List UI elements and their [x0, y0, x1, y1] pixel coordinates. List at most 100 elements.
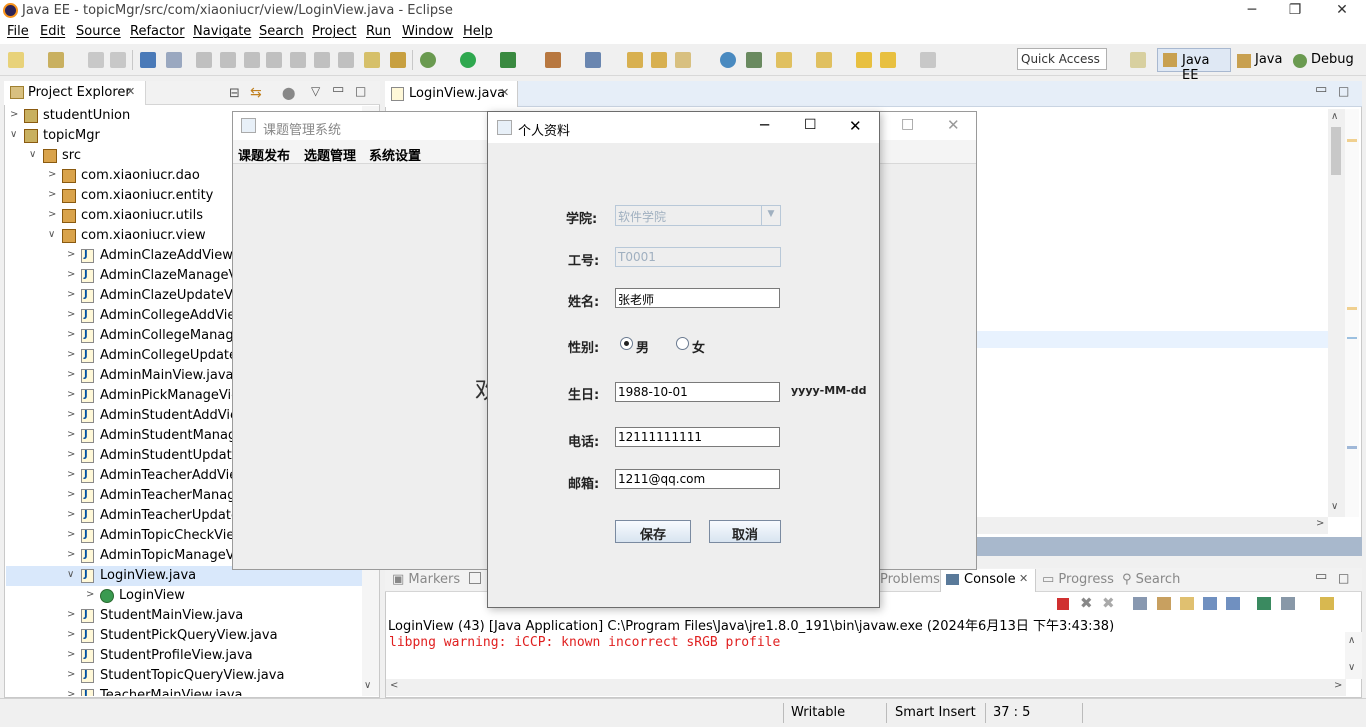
display-console-icon[interactable] [1281, 597, 1295, 610]
properties-icon[interactable] [469, 572, 481, 584]
chevron-down-icon[interactable]: ▼ [761, 206, 780, 225]
chevron-right-icon[interactable]: > [67, 689, 75, 696]
name-field[interactable]: 张老师 [615, 288, 780, 308]
chevron-right-icon[interactable]: > [67, 389, 75, 400]
remove-all-icon[interactable]: ✖ [1102, 594, 1115, 612]
chevron-right-icon[interactable]: > [67, 649, 75, 660]
debug-icon[interactable] [420, 52, 436, 68]
chevron-right-icon[interactable]: > [67, 509, 75, 520]
menu-run[interactable]: Run [366, 24, 391, 39]
external-tools-icon[interactable] [500, 52, 516, 68]
chevron-right-icon[interactable]: > [67, 349, 75, 360]
resume-icon[interactable] [196, 52, 212, 68]
terminate-console-icon[interactable] [1057, 598, 1069, 610]
minimize-console-icon[interactable]: ▭ [1315, 569, 1327, 584]
new-icon[interactable] [8, 52, 24, 68]
chevron-right-icon[interactable]: > [67, 549, 75, 560]
editor-scroll-thumb[interactable] [1331, 127, 1341, 175]
swing-close-icon[interactable]: ✕ [947, 116, 960, 134]
menu-edit[interactable]: Edit [40, 24, 65, 39]
forward-icon[interactable] [920, 52, 936, 68]
chevron-right-icon[interactable]: > [48, 169, 56, 180]
college-select[interactable]: 软件学院 ▼ [615, 205, 781, 226]
chevron-right-icon[interactable]: > [67, 329, 75, 340]
swing-menu-topic-select[interactable]: 选题管理 [304, 145, 356, 164]
chevron-right-icon[interactable]: > [67, 289, 75, 300]
new-package-icon[interactable] [585, 52, 601, 68]
server-icon[interactable] [364, 52, 380, 68]
word-wrap-icon[interactable] [1180, 597, 1194, 610]
open-type-icon[interactable] [627, 52, 643, 68]
chevron-right-icon[interactable]: > [67, 429, 75, 440]
chevron-right-icon[interactable]: > [67, 489, 75, 500]
tree-item[interactable]: > StudentMainView.java [6, 606, 362, 626]
email-field[interactable]: 1211@qq.com [615, 469, 780, 489]
new-java-class-icon[interactable] [545, 52, 561, 68]
tab-problems[interactable]: Problems [880, 572, 940, 587]
search-tool-icon[interactable] [675, 52, 691, 68]
dialog-minimize-icon[interactable]: ─ [760, 116, 769, 134]
chevron-right-icon[interactable]: > [67, 629, 75, 640]
cancel-button[interactable]: 取消 [709, 520, 781, 543]
chevron-right-icon[interactable]: > [48, 209, 56, 220]
chevron-right-icon[interactable]: > [67, 409, 75, 420]
status-insert-mode[interactable]: Smart Insert [895, 705, 976, 720]
phone-field[interactable]: 12111111111 [615, 427, 780, 447]
save-icon[interactable] [88, 52, 104, 68]
menu-navigate[interactable]: Navigate [193, 24, 251, 39]
pin-console-icon[interactable] [1257, 597, 1271, 610]
menu-window[interactable]: Window [402, 24, 453, 39]
console-icon[interactable] [140, 52, 156, 68]
id-field[interactable]: T0001 [615, 247, 781, 267]
restore-icon[interactable]: ❐ [1285, 2, 1305, 18]
minimize-view-icon[interactable]: ▭ [332, 82, 344, 97]
open-task-icon[interactable] [651, 52, 667, 68]
scroll-left-icon[interactable]: < [390, 680, 398, 691]
step-over-icon[interactable] [290, 52, 306, 68]
perspective-java[interactable]: Java [1255, 52, 1282, 67]
birth-field[interactable]: 1988-10-01 [615, 382, 780, 402]
close-icon[interactable]: ✕ [1332, 2, 1352, 18]
scroll-right-icon[interactable]: > [1334, 680, 1342, 691]
tab-project-explorer[interactable]: Project Explorer ✕ [4, 81, 146, 105]
scroll-right-icon[interactable]: > [1316, 518, 1324, 529]
tab-markers[interactable]: ▣ Markers [392, 572, 460, 587]
scroll-down-icon[interactable]: ∨ [1348, 662, 1355, 673]
next-annotation-icon[interactable] [776, 52, 792, 68]
show-stderr-icon[interactable] [1226, 597, 1240, 610]
chevron-right-icon[interactable]: > [67, 249, 75, 260]
drop-frame-icon[interactable] [338, 52, 354, 68]
swing-menu-topic-publish[interactable]: 课题发布 [238, 145, 290, 164]
maximize-editor-icon[interactable]: □ [1338, 84, 1349, 98]
last-edit-icon[interactable] [856, 52, 872, 68]
annotation-icon[interactable] [746, 52, 762, 68]
close-editor-icon[interactable]: ✕ [500, 86, 509, 99]
previous-annotation-icon[interactable] [816, 52, 832, 68]
chevron-right-icon[interactable]: > [67, 369, 75, 380]
new-project-icon[interactable] [48, 52, 64, 68]
tree-item[interactable]: > LoginView [6, 586, 362, 606]
chevron-right-icon[interactable]: > [67, 269, 75, 280]
quick-access-input[interactable]: Quick Access [1017, 48, 1107, 70]
tab-loginview[interactable]: LoginView.java ✕ [385, 81, 518, 107]
chevron-down-icon[interactable]: ∨ [67, 569, 74, 580]
menu-search[interactable]: Search [259, 24, 304, 39]
view-menu-icon[interactable]: ▽ [311, 84, 320, 98]
scroll-up-icon[interactable]: ∧ [1348, 635, 1355, 646]
step-into-icon[interactable] [266, 52, 282, 68]
open-console-icon[interactable] [1320, 597, 1334, 610]
maximize-view-icon[interactable]: □ [355, 84, 366, 98]
save-button[interactable]: 保存 [615, 520, 691, 543]
chevron-right-icon[interactable]: > [67, 529, 75, 540]
filter-icon[interactable]: ⬤ [282, 86, 295, 100]
male-radio[interactable] [620, 337, 633, 350]
globe-icon[interactable] [720, 52, 736, 68]
scroll-up-icon[interactable]: ∧ [1331, 111, 1338, 122]
tree-item[interactable]: > StudentTopicQueryView.java [6, 666, 362, 686]
menu-source[interactable]: Source [76, 24, 121, 39]
console-horizontal-scrollbar[interactable]: < > [386, 679, 1346, 696]
chevron-right-icon[interactable]: > [67, 609, 75, 620]
show-stdout-icon[interactable] [1203, 597, 1217, 610]
swing-maximize-icon[interactable]: □ [901, 116, 914, 132]
dialog-close-icon[interactable]: ✕ [849, 117, 862, 135]
